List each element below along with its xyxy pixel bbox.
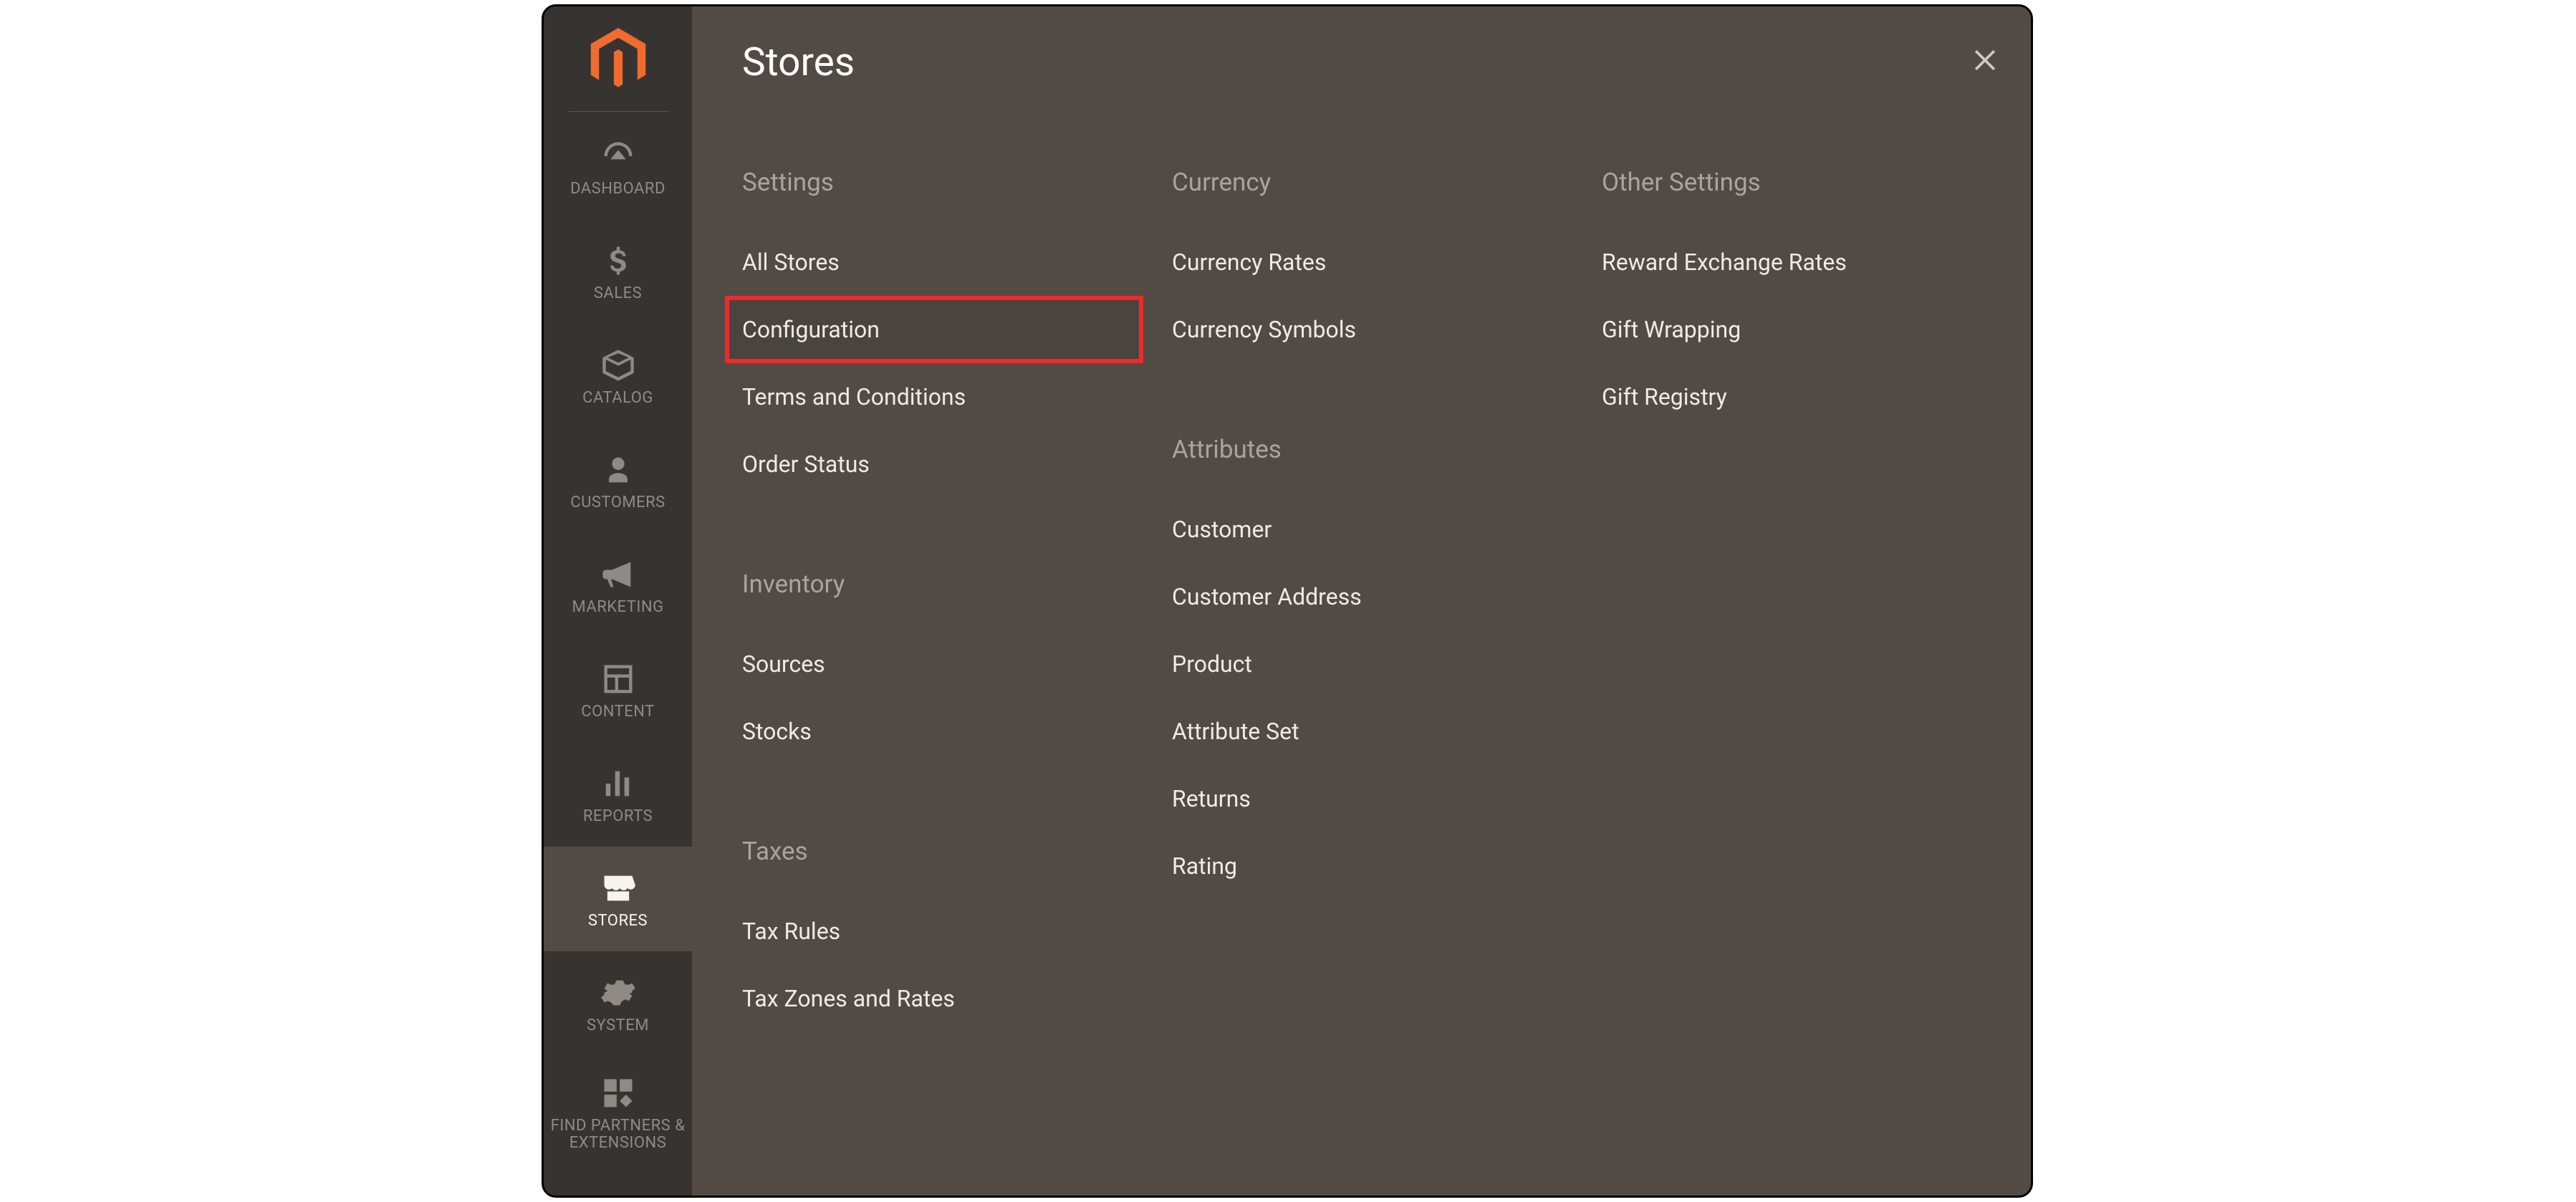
admin-sidenav: DASHBOARD SALES CATALOG CUSTOMERS xyxy=(544,6,692,1196)
sidenav-label: CUSTOMERS xyxy=(570,494,665,511)
gear-icon xyxy=(598,973,638,1013)
group-taxes: Taxes Tax Rules Tax Zones and Rates xyxy=(742,837,1143,1032)
menu-link-configuration[interactable]: Configuration xyxy=(725,296,1143,363)
sidenav-label: SYSTEM xyxy=(587,1017,649,1034)
group-other-settings: Other Settings Reward Exchange Rates Gif… xyxy=(1602,168,2003,431)
group-settings: Settings All Stores Configuration Terms … xyxy=(742,168,1143,498)
stores-flyout: Stores Settings All Stores Configuration… xyxy=(692,6,2033,1196)
admin-panel: DASHBOARD SALES CATALOG CUSTOMERS xyxy=(542,4,2033,1198)
flyout-close-button[interactable] xyxy=(1967,42,2003,78)
menu-link-sources[interactable]: Sources xyxy=(742,630,1143,698)
sidenav-item-dashboard[interactable]: DASHBOARD xyxy=(544,115,692,219)
sidenav-item-marketing[interactable]: MARKETING xyxy=(544,533,692,638)
menu-link-stocks[interactable]: Stocks xyxy=(742,698,1143,765)
layout-icon xyxy=(598,659,638,699)
sidenav-item-sales[interactable]: SALES xyxy=(544,219,692,324)
menu-link-gift-registry[interactable]: Gift Registry xyxy=(1602,363,2003,431)
sidenav-item-find-partners[interactable]: FIND PARTNERS & EXTENSIONS xyxy=(544,1056,692,1169)
blocks-icon xyxy=(598,1073,638,1113)
menu-link-tax-zones-and-rates[interactable]: Tax Zones and Rates xyxy=(742,965,1143,1032)
storefront-icon xyxy=(598,868,638,908)
bar-chart-icon xyxy=(598,764,638,804)
menu-link-all-stores[interactable]: All Stores xyxy=(742,229,1143,296)
dollar-icon xyxy=(598,241,638,281)
close-icon xyxy=(1969,44,2001,76)
sidenav-label: CONTENT xyxy=(581,703,654,721)
box-icon xyxy=(598,345,638,385)
group-currency: Currency Currency Rates Currency Symbols xyxy=(1172,168,1573,363)
flyout-column-1: Settings All Stores Configuration Terms … xyxy=(742,168,1143,1104)
menu-link-returns[interactable]: Returns xyxy=(1172,765,1573,832)
sidenav-item-catalog[interactable]: CATALOG xyxy=(544,324,692,428)
menu-link-customer-address[interactable]: Customer Address xyxy=(1172,563,1573,630)
menu-link-rating[interactable]: Rating xyxy=(1172,832,1573,900)
group-attributes: Attributes Customer Customer Address Pro… xyxy=(1172,435,1573,900)
group-heading: Attributes xyxy=(1172,435,1573,464)
sidenav-label: SALES xyxy=(594,285,642,302)
group-heading: Inventory xyxy=(742,569,1143,599)
group-heading: Other Settings xyxy=(1602,168,2003,197)
menu-link-currency-symbols[interactable]: Currency Symbols xyxy=(1172,296,1573,363)
sidenav-label: REPORTS xyxy=(583,808,653,825)
sidenav-item-stores[interactable]: STORES xyxy=(544,847,692,951)
group-heading: Taxes xyxy=(742,837,1143,866)
person-icon xyxy=(598,450,638,490)
flyout-title: Stores xyxy=(742,39,2003,85)
menu-link-tax-rules[interactable]: Tax Rules xyxy=(742,898,1143,965)
menu-link-currency-rates[interactable]: Currency Rates xyxy=(1172,229,1573,296)
sidenav-label: CATALOG xyxy=(582,390,653,407)
sidenav-item-system[interactable]: SYSTEM xyxy=(544,951,692,1056)
dashboard-icon xyxy=(598,136,638,176)
magento-logo-icon xyxy=(590,28,646,91)
sidenav-item-content[interactable]: CONTENT xyxy=(544,638,692,742)
sidenav-item-reports[interactable]: REPORTS xyxy=(544,742,692,847)
magento-logo[interactable] xyxy=(544,6,692,111)
sidenav-label: STORES xyxy=(588,913,648,930)
flyout-columns: Settings All Stores Configuration Terms … xyxy=(742,168,2003,1104)
megaphone-icon xyxy=(598,554,638,595)
group-heading: Currency xyxy=(1172,168,1573,197)
sidenav-label: DASHBOARD xyxy=(570,181,665,198)
sidenav-item-customers[interactable]: CUSTOMERS xyxy=(544,428,692,533)
menu-link-customer[interactable]: Customer xyxy=(1172,496,1573,563)
flyout-column-3: Other Settings Reward Exchange Rates Gif… xyxy=(1602,168,2003,1104)
sidenav-label: MARKETING xyxy=(572,599,663,616)
sidenav-divider xyxy=(568,111,668,112)
menu-link-terms-and-conditions[interactable]: Terms and Conditions xyxy=(742,363,1143,431)
group-inventory: Inventory Sources Stocks xyxy=(742,569,1143,765)
menu-link-gift-wrapping[interactable]: Gift Wrapping xyxy=(1602,296,2003,363)
group-heading: Settings xyxy=(742,168,1143,197)
sidenav-label: FIND PARTNERS & EXTENSIONS xyxy=(544,1117,692,1152)
menu-link-order-status[interactable]: Order Status xyxy=(742,431,1143,498)
menu-link-product[interactable]: Product xyxy=(1172,630,1573,698)
menu-link-attribute-set[interactable]: Attribute Set xyxy=(1172,698,1573,765)
flyout-column-2: Currency Currency Rates Currency Symbols… xyxy=(1172,168,1573,1104)
menu-link-reward-exchange-rates[interactable]: Reward Exchange Rates xyxy=(1602,229,2003,296)
